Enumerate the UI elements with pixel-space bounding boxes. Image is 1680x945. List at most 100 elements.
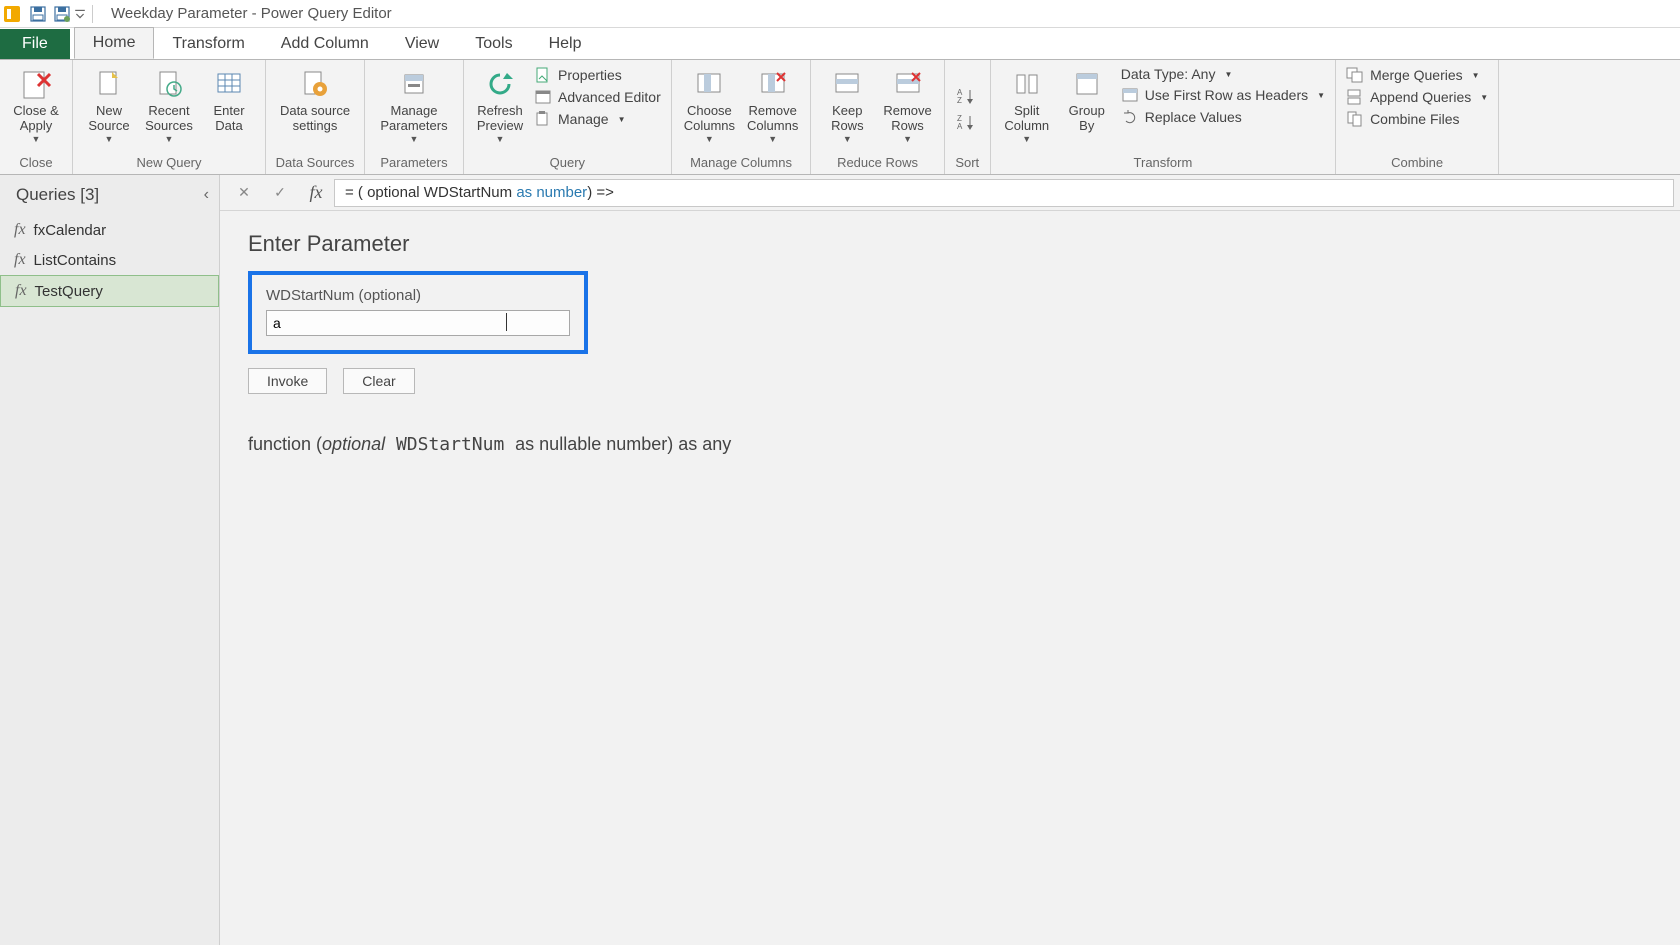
group-label-reduce-rows: Reduce Rows [817,153,937,172]
new-source-button[interactable]: New Source ▼ [79,64,139,153]
append-icon [1346,88,1364,106]
cancel-formula-button[interactable]: ✕ [226,179,262,207]
first-row-headers-label: Use First Row as Headers [1145,87,1308,103]
ribbon-group-query: Refresh Preview ▼ Properties Advanced Ed… [464,60,672,174]
recent-sources-icon [151,66,187,102]
merge-queries-button[interactable]: Merge Queries▼ [1346,66,1488,84]
ribbon-group-reduce-rows: Keep Rows ▼ Remove Rows ▼ Reduce Rows [811,60,944,174]
invoke-button[interactable]: Invoke [248,368,327,394]
append-queries-label: Append Queries [1370,89,1471,105]
group-label-parameters: Parameters [371,153,457,172]
chevron-down-icon: ▼ [105,134,114,144]
manage-query-label: Manage [558,111,609,127]
split-column-label: Split Column [1004,104,1049,134]
fx-icon: fx [298,179,334,207]
ribbon-group-manage-columns: Choose Columns ▼ Remove Columns ▼ Manage… [672,60,812,174]
recent-sources-button[interactable]: Recent Sources ▼ [139,64,199,153]
combine-files-button[interactable]: Combine Files [1346,110,1488,128]
tab-file[interactable]: File [0,29,70,59]
remove-rows-button[interactable]: Remove Rows ▼ [877,64,937,153]
save-icon[interactable] [28,4,48,24]
group-label-close: Close [6,153,66,172]
chevron-down-icon: ▼ [768,134,777,144]
data-source-settings-label: Data source settings [280,104,350,134]
accept-formula-button[interactable]: ✓ [262,179,298,207]
main-area: ✕ ✓ fx = ( optional WDStartNum as number… [220,175,1680,945]
choose-columns-icon [691,66,727,102]
recent-sources-label: Recent Sources [145,104,193,134]
chevron-down-icon: ▼ [1480,93,1488,102]
advanced-editor-icon [534,88,552,106]
close-apply-icon [18,66,54,102]
clear-button[interactable]: Clear [343,368,414,394]
keep-rows-button[interactable]: Keep Rows ▼ [817,64,877,153]
tab-tools[interactable]: Tools [457,29,530,59]
query-item-listcontains[interactable]: fxListContains [0,245,219,275]
chevron-down-icon: ▼ [903,134,912,144]
content-area: Enter Parameter WDStartNum (optional) In… [220,211,1680,945]
group-by-label: Group By [1069,104,1105,134]
data-type-button[interactable]: Data Type: Any▼ [1121,66,1325,82]
first-row-headers-button[interactable]: Use First Row as Headers▼ [1121,86,1325,104]
apply-icon[interactable] [52,4,72,24]
manage-query-button[interactable]: Manage ▼ [534,110,661,128]
tab-view[interactable]: View [387,29,457,59]
refresh-preview-button[interactable]: Refresh Preview ▼ [470,64,530,153]
replace-values-button[interactable]: Replace Values [1121,108,1325,126]
tab-add-column[interactable]: Add Column [263,29,387,59]
group-by-button[interactable]: Group By [1057,64,1117,153]
manage-icon [534,110,552,128]
tab-home[interactable]: Home [74,27,155,59]
replace-values-label: Replace Values [1145,109,1242,125]
merge-icon [1346,66,1364,84]
combine-files-label: Combine Files [1370,111,1459,127]
manage-parameters-icon [396,66,432,102]
chevron-down-icon: ▼ [32,134,41,144]
properties-button[interactable]: Properties [534,66,661,84]
parameter-input[interactable] [266,310,570,336]
query-item-testquery[interactable]: fxTestQuery [0,275,219,307]
headers-icon [1121,86,1139,104]
tab-transform[interactable]: Transform [154,29,262,59]
remove-rows-label: Remove Rows [883,104,931,134]
tab-help[interactable]: Help [531,29,600,59]
formula-bar: ✕ ✓ fx = ( optional WDStartNum as number… [220,175,1680,211]
close-apply-label: Close & Apply [13,104,59,134]
advanced-editor-button[interactable]: Advanced Editor [534,88,661,106]
group-label-sort: Sort [951,153,984,172]
choose-columns-button[interactable]: Choose Columns ▼ [678,64,741,153]
fx-icon: fx [14,251,26,269]
append-queries-button[interactable]: Append Queries ▼ [1346,88,1488,106]
chevron-down-icon: ▼ [843,134,852,144]
collapse-sidebar-icon[interactable]: ‹ [204,186,209,204]
chevron-down-icon: ▼ [410,134,419,144]
chevron-down-icon: ▼ [618,115,626,124]
group-label-combine: Combine [1342,153,1492,172]
qat-dropdown-icon[interactable] [74,4,86,24]
query-item-label: fxCalendar [34,222,107,239]
ribbon-group-new-query: New Source ▼ Recent Sources ▼ Enter Data… [73,60,266,174]
choose-columns-label: Choose Columns [684,104,735,134]
parameter-label: WDStartNum (optional) [266,287,570,304]
keep-rows-label: Keep Rows [831,104,864,134]
formula-input[interactable]: = ( optional WDStartNum as number) => [334,179,1674,207]
query-item-fxcalendar[interactable]: fx fxCalendar [0,215,219,245]
group-by-icon [1069,66,1105,102]
sort-desc-button[interactable]: ZA [957,113,977,131]
close-apply-button[interactable]: Close & Apply ▼ [6,64,66,153]
data-source-settings-button[interactable]: Data source settings [272,64,358,153]
properties-icon [534,66,552,84]
function-signature: function (optional WDStartNum as nullabl… [248,434,1652,455]
advanced-editor-label: Advanced Editor [558,89,661,105]
remove-columns-button[interactable]: Remove Columns ▼ [741,64,804,153]
fx-icon: fx [14,221,26,239]
ribbon-group-close: Close & Apply ▼ Close [0,60,73,174]
remove-rows-icon [890,66,926,102]
enter-data-button[interactable]: Enter Data [199,64,259,153]
signature-optional: optional [322,434,385,454]
ribbon-group-sort: AZ ZA Sort [945,60,991,174]
sort-asc-button[interactable]: AZ [957,87,977,105]
manage-parameters-button[interactable]: Manage Parameters ▼ [371,64,457,153]
text-cursor-icon [506,313,507,331]
split-column-button[interactable]: Split Column ▼ [997,64,1057,153]
